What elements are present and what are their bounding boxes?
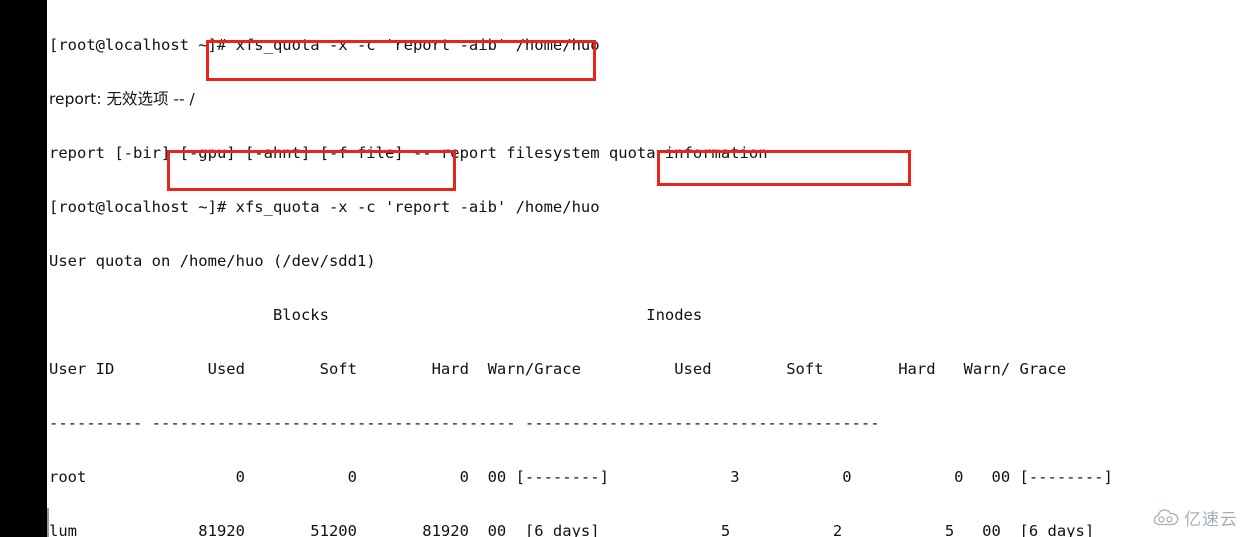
left-gutter-strip xyxy=(0,0,47,537)
watermark: 亿速云 xyxy=(1153,505,1238,530)
terminal-output[interactable]: [root@localhost ~]# xfs_quota -x -c 'rep… xyxy=(49,0,1246,537)
terminal-line-2: report [-bir] [-gpu] [-ahnt] [-f file] -… xyxy=(49,144,768,162)
terminal-line-3-command: [root@localhost ~]# xfs_quota -x -c 'rep… xyxy=(49,198,600,216)
terminal-line-9-row-lum: lum 81920 51200 81920 00 [6 days] 5 2 5 … xyxy=(49,522,1095,537)
terminal-line-8-row-root: root 0 0 0 00 [--------] 3 0 0 00 [-----… xyxy=(49,468,1113,486)
terminal-line-4-user-quota-header: User quota on /home/huo (/dev/sdd1) xyxy=(49,252,376,270)
terminal-line-5-group-labels: Blocks Inodes xyxy=(49,306,703,324)
cloud-icon xyxy=(1153,509,1179,526)
terminal-line-0: [root@localhost ~]# xfs_quota -x -c 'rep… xyxy=(49,36,600,54)
terminal-line-1: report: 无效选项 -- / xyxy=(49,90,195,108)
watermark-text: 亿速云 xyxy=(1184,510,1238,530)
terminal-line-6-column-headers: User ID Used Soft Hard Warn/Grace Used S… xyxy=(49,360,1067,378)
terminal-line-7-separator: ---------- -----------------------------… xyxy=(49,414,880,432)
terminal-screenshot: [root@localhost ~]# xfs_quota -x -c 'rep… xyxy=(0,0,1246,537)
